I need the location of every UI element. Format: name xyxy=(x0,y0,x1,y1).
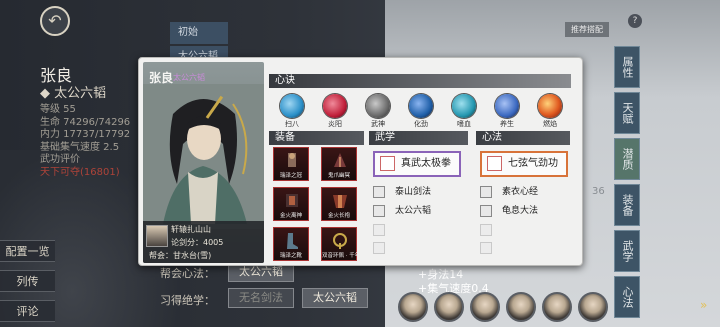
tab-potential[interactable]: 潜质 xyxy=(614,138,640,180)
xinjue-skill-row: 扫八 炎阳 武神 化劲 嗜血 养生 燃焰 xyxy=(275,94,567,132)
character-detail-card: 张良 太公六韬 轩辕扎山山 论剑分：4005 帮会：甘水台(雪) 心诀 扫八 炎… xyxy=(138,57,583,266)
xinfa-empty-slot[interactable] xyxy=(480,224,492,236)
equipment-icon xyxy=(286,194,298,207)
xinjue-skill[interactable]: 扫八 xyxy=(275,94,309,132)
hero-avatar[interactable] xyxy=(542,292,572,322)
xinjue-skill[interactable]: 化劲 xyxy=(404,94,438,132)
back-arrow-icon: ↶ xyxy=(48,11,62,30)
character-name: 张良 xyxy=(149,71,174,85)
xinjue-skill-icon xyxy=(366,94,390,118)
hero-avatar[interactable] xyxy=(506,292,536,322)
wuxue-empty-slot[interactable] xyxy=(373,224,385,236)
player-info: 轩辕扎山山 论剑分：4005 帮会：甘水台(雪) xyxy=(143,221,264,263)
help-icon[interactable]: ? xyxy=(628,14,642,28)
equipment-icon xyxy=(333,195,347,208)
character-portrait: 张良 太公六韬 轩辕扎山山 论剑分：4005 帮会：甘水台(雪) xyxy=(143,62,264,263)
next-arrow-icon[interactable]: » xyxy=(700,298,707,312)
recommend-button[interactable]: 推荐搭配 xyxy=(565,22,609,37)
equipment-icon xyxy=(287,233,298,249)
learned-skill-label: 习得绝学： xyxy=(160,294,215,307)
xinjue-skill-icon xyxy=(452,94,476,118)
config-overview-button[interactable]: 配置一览 xyxy=(0,240,55,262)
hero-stats: 等级 55 生命 74296/74296 内力 17737/17792 基础集气… xyxy=(40,104,131,178)
xinfa-sub-skill[interactable]: 龟息大法 xyxy=(480,205,538,218)
guild-xinfa-label: 帮会心法： xyxy=(160,267,215,280)
xinjue-skill-icon xyxy=(538,94,562,118)
wuxue-sub-skill[interactable]: 泰山剑法 xyxy=(373,186,431,199)
equipment-icon xyxy=(333,233,347,249)
back-button[interactable]: ↶ xyxy=(40,6,70,36)
background-number: 36 xyxy=(592,186,605,197)
tab-talent[interactable]: 天赋 xyxy=(614,92,640,134)
tab-equipment[interactable]: 装备 xyxy=(614,184,640,226)
xinjue-skill[interactable]: 燃焰 xyxy=(533,94,567,132)
player-score: 论剑分：4005 xyxy=(171,238,224,247)
equipment-slot[interactable]: 瑞泽之靴 xyxy=(273,227,309,261)
character-subtitle: 太公六韬 xyxy=(173,73,205,82)
equipment-icon xyxy=(288,153,296,167)
xinjue-skill-icon xyxy=(280,94,304,118)
hero-avatar[interactable] xyxy=(398,292,428,322)
learned-skill-value-2[interactable]: 太公六韬 xyxy=(302,288,368,308)
character-figure xyxy=(143,84,264,229)
xinjue-skill[interactable]: 炎阳 xyxy=(318,94,352,132)
wuxue-main-skill[interactable]: 真武太极拳 xyxy=(373,151,461,177)
player-avatar xyxy=(146,225,168,247)
hero-avatar[interactable] xyxy=(578,292,608,322)
player-guild: 帮会：甘水台(雪) xyxy=(149,251,212,260)
equipment-slot[interactable]: 双音环佩 · 千年 xyxy=(321,227,360,261)
tab-martial[interactable]: 武学 xyxy=(614,230,640,272)
hero-avatar[interactable] xyxy=(470,292,500,322)
equipment-slot[interactable]: 金火长袍 xyxy=(321,187,357,221)
comments-button[interactable]: 评论 xyxy=(0,300,55,322)
xinfa-empty-slot[interactable] xyxy=(480,242,492,254)
biography-button[interactable]: 列传 xyxy=(0,270,55,292)
equipment-grid: 瑞泽之冠 鬼爪幽冥 金火离神 金火长袍 瑞泽之靴 双音环佩 · 千年 xyxy=(273,147,365,261)
meditation-icon xyxy=(480,186,492,198)
meditation-icon xyxy=(487,156,502,171)
xinjue-skill-icon xyxy=(495,94,519,118)
equipment-slot[interactable]: 鬼爪幽冥 xyxy=(321,147,357,181)
tab-initial[interactable]: 初始 xyxy=(170,22,228,44)
learned-skill-value[interactable]: 无名剑法 xyxy=(228,288,294,308)
tab-attributes[interactable]: 属性 xyxy=(614,46,640,88)
section-xinjue-header: 心诀 xyxy=(269,74,571,88)
hero-avatar[interactable] xyxy=(434,292,464,322)
side-buttons: 配置一览 列传 评论 xyxy=(0,240,55,327)
wuxue-empty-slot[interactable] xyxy=(373,242,385,254)
xinjue-skill-icon xyxy=(409,94,433,118)
scroll-icon xyxy=(373,205,385,217)
tab-mental[interactable]: 心法 xyxy=(614,276,640,318)
turtle-icon xyxy=(480,205,492,217)
xinfa-sub-skill[interactable]: 素衣心经 xyxy=(480,186,538,199)
fist-icon xyxy=(380,156,395,171)
right-tabs: 属性 天赋 潜质 装备 武学 心法 xyxy=(614,46,640,322)
hero-title: ◆ 太公六韬 xyxy=(40,86,107,101)
section-equip-header: 装备 xyxy=(269,131,364,145)
xinfa-main-skill[interactable]: 七弦气劲功 xyxy=(480,151,568,177)
section-xinfa-header: 心法 xyxy=(476,131,570,145)
sword-icon xyxy=(373,186,385,198)
section-wuxue-header: 武学 xyxy=(369,131,468,145)
hero-avatar-strip xyxy=(398,292,608,322)
xinjue-skill[interactable]: 嗜血 xyxy=(447,94,481,132)
xinjue-skill[interactable]: 武神 xyxy=(361,94,395,132)
xinjue-skill-icon xyxy=(323,94,347,118)
wuxue-sub-skill[interactable]: 太公六韬 xyxy=(373,205,431,218)
xinjue-skill[interactable]: 养生 xyxy=(490,94,524,132)
equipment-slot[interactable]: 金火离神 xyxy=(273,187,309,221)
equipment-icon xyxy=(334,153,346,167)
equipment-slot[interactable]: 瑞泽之冠 xyxy=(273,147,309,181)
player-name: 轩辕扎山山 xyxy=(171,225,211,234)
